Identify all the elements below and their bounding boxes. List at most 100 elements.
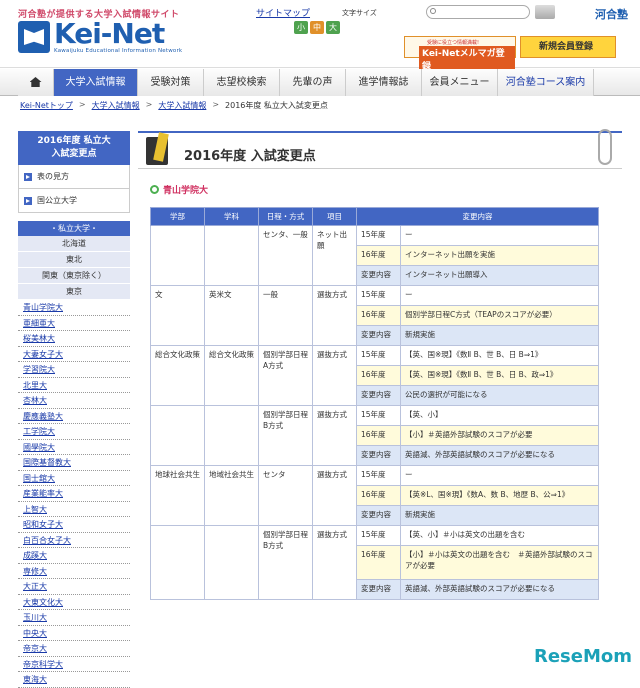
university-link[interactable]: 中央大 <box>23 629 47 638</box>
university-link[interactable]: 東海大 <box>23 675 47 684</box>
university-link[interactable]: 国際基督教大 <box>23 458 71 467</box>
notebook-pencil-icon <box>146 137 168 165</box>
new-member-banner[interactable]: 新規会員登録 <box>520 36 616 58</box>
university-link[interactable]: 国士舘大 <box>23 474 55 483</box>
cell-value: 新規実施 <box>401 326 599 346</box>
university-link[interactable]: 工学院大 <box>23 427 55 436</box>
cell-item: 選抜方式 <box>313 286 357 346</box>
university-link[interactable]: 國學院大 <box>23 443 55 452</box>
sidebar-region-tohoku[interactable]: 東北 <box>18 252 130 268</box>
list-item[interactable]: 慶應義塾大 <box>18 409 130 425</box>
university-link[interactable]: 産業能率大 <box>23 489 63 498</box>
row-label: 16年度 <box>357 426 401 446</box>
cell-value: 【小】＃小は英文の出題を含む ＃英語外部試験のスコアが必要 <box>401 546 599 580</box>
university-link[interactable]: 青山学院大 <box>23 303 63 312</box>
university-link[interactable]: 専修大 <box>23 567 47 576</box>
kawaijuku-brand[interactable]: 河合塾 <box>595 6 628 22</box>
university-heading: 青山学院大 <box>150 183 208 196</box>
nav-item-magazine[interactable]: 進学情報誌 <box>346 69 422 96</box>
list-item[interactable]: 帝京大 <box>18 641 130 657</box>
column-header: 日程・方式 <box>259 208 313 226</box>
university-link[interactable]: 帝京大 <box>23 644 47 653</box>
cell-value: ー <box>401 226 599 246</box>
list-item[interactable]: 学習院大 <box>18 362 130 378</box>
row-label: 15年度 <box>357 526 401 546</box>
cell-dept: 総合文化政策 <box>205 346 259 406</box>
site-header: 河合塾が提供する大学入試情報サイト Kei-Net Kawaijuku Educ… <box>0 0 640 68</box>
university-link[interactable]: 上智大 <box>23 505 47 514</box>
university-link[interactable]: 大正大 <box>23 582 47 591</box>
resemom-watermark: ReseMom <box>534 646 632 667</box>
search-input[interactable] <box>426 5 530 19</box>
university-link[interactable]: 北里大 <box>23 381 47 390</box>
university-link[interactable]: 亜細亜大 <box>23 319 55 328</box>
sitemap-link[interactable]: サイトマップ <box>256 6 310 19</box>
cell-dept <box>205 526 259 600</box>
mailmag-banner[interactable]: 受験に役立つ情報満載! Kei-Netメルマガ登録 <box>404 36 516 58</box>
sidebar-region-kanto[interactable]: 関東（東京除く） <box>18 268 130 284</box>
sidebar-item-label: 表の見方 <box>37 171 69 182</box>
utility-box: サイトマップ 文字サイズ 小 中 大 <box>246 4 406 36</box>
bullet-circle-icon <box>150 185 159 194</box>
university-link[interactable]: 帝京科学大 <box>23 660 63 669</box>
sidebar-item-how-to-read[interactable]: 表の見方 <box>18 165 130 189</box>
kei-net-logo[interactable]: Kei-Net Kawaijuku Educational Informatio… <box>18 20 182 54</box>
list-item[interactable]: 玉川大 <box>18 610 130 626</box>
list-item[interactable]: 帝京科学大 <box>18 657 130 673</box>
list-item[interactable]: 大正大 <box>18 579 130 595</box>
row-label: 16年度 <box>357 306 401 326</box>
cell-value: インターネット出願導入 <box>401 266 599 286</box>
list-item[interactable]: 国際基督教大 <box>18 455 130 471</box>
nav-item-course-guide[interactable]: 河合塾コース案内 <box>498 69 594 96</box>
main-content: 2016年度 入試変更点 青山学院大 学部 学科 日程・方式 項目 変更内容 セ… <box>138 131 622 169</box>
nav-item-senior-voices[interactable]: 先輩の声 <box>280 69 346 96</box>
list-item[interactable]: 東海大 <box>18 672 130 688</box>
university-link[interactable]: 杏林大 <box>23 396 47 405</box>
nav-item-exam-info[interactable]: 大学入試情報 <box>54 69 138 96</box>
sidebar-item-public-univ[interactable]: 国公立大学 <box>18 189 130 213</box>
breadcrumb-exam-info-2[interactable]: 大学入試情報 <box>158 100 206 111</box>
list-item[interactable]: 北里大 <box>18 378 130 394</box>
university-link[interactable]: 白百合女子大 <box>23 536 71 545</box>
list-item[interactable]: 専修大 <box>18 564 130 580</box>
list-item[interactable]: 上智大 <box>18 502 130 518</box>
list-item[interactable]: 工学院大 <box>18 424 130 440</box>
nav-item-exam-prep[interactable]: 受験対策 <box>138 69 204 96</box>
search-button[interactable] <box>535 5 555 19</box>
row-label: 変更内容 <box>357 326 401 346</box>
university-link[interactable]: 大東文化大 <box>23 598 63 607</box>
list-item[interactable]: 白百合女子大 <box>18 533 130 549</box>
cell-value: 公民の選択が可能になる <box>401 386 599 406</box>
nav-home[interactable] <box>18 69 54 96</box>
text-size-large-button[interactable]: 大 <box>326 21 340 34</box>
list-item[interactable]: 産業能率大 <box>18 486 130 502</box>
list-item[interactable]: 杏林大 <box>18 393 130 409</box>
nav-item-school-search[interactable]: 志望校検索 <box>204 69 280 96</box>
sidebar-region-hokkaido[interactable]: 北海道 <box>18 236 130 252</box>
list-item[interactable]: 昭和女子大 <box>18 517 130 533</box>
university-link[interactable]: 成蹊大 <box>23 551 47 560</box>
university-link[interactable]: 学習院大 <box>23 365 55 374</box>
list-item[interactable]: 國學院大 <box>18 440 130 456</box>
university-link[interactable]: 慶應義塾大 <box>23 412 63 421</box>
list-item[interactable]: 成蹊大 <box>18 548 130 564</box>
university-link[interactable]: 大妻女子大 <box>23 350 63 359</box>
list-item[interactable]: 大妻女子大 <box>18 347 130 363</box>
text-size-medium-button[interactable]: 中 <box>310 21 324 34</box>
sidebar-region-tokyo[interactable]: 東京 <box>18 284 130 300</box>
university-link[interactable]: 玉川大 <box>23 613 47 622</box>
sidebar-item-label: 国公立大学 <box>37 195 77 206</box>
university-link[interactable]: 昭和女子大 <box>23 520 63 529</box>
list-item[interactable]: 国士舘大 <box>18 471 130 487</box>
list-item[interactable]: 亜細亜大 <box>18 316 130 332</box>
nav-item-member-menu[interactable]: 会員メニュー <box>422 69 498 96</box>
list-item[interactable]: 大東文化大 <box>18 595 130 611</box>
table-row: 地球社会共生地域社会共生センタ選抜方式15年度ー <box>151 466 599 486</box>
list-item[interactable]: 桜美林大 <box>18 331 130 347</box>
breadcrumb-exam-info[interactable]: 大学入試情報 <box>92 100 140 111</box>
list-item[interactable]: 中央大 <box>18 626 130 642</box>
text-size-small-button[interactable]: 小 <box>294 21 308 34</box>
list-item[interactable]: 青山学院大 <box>18 300 130 316</box>
university-link[interactable]: 桜美林大 <box>23 334 55 343</box>
breadcrumb-top[interactable]: Kei-Netトップ <box>20 100 73 111</box>
